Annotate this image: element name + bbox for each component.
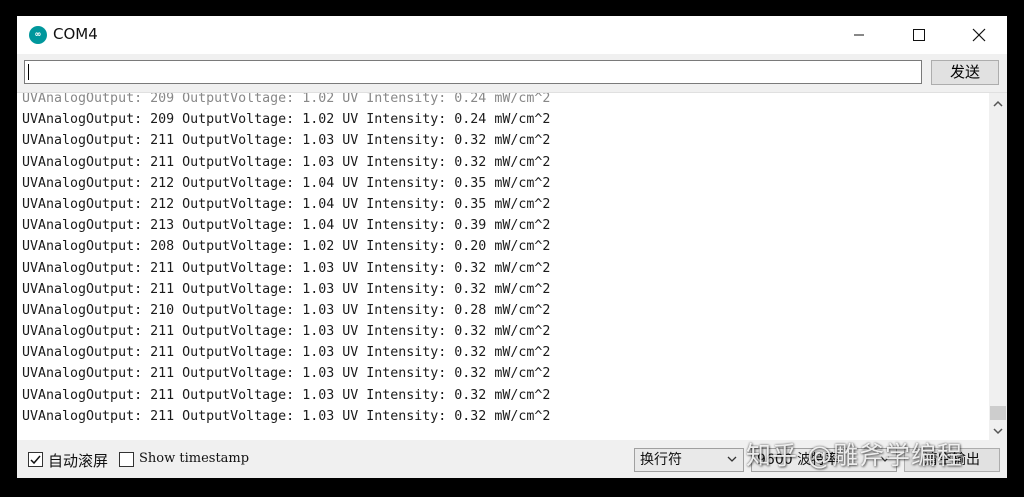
- line-ending-select[interactable]: 换行符: [634, 448, 744, 472]
- output-line: UVAnalogOutput: 211 OutputVoltage: 1.03 …: [22, 324, 551, 340]
- autoscroll-checkbox[interactable]: [28, 452, 43, 467]
- serial-output[interactable]: UVAnalogOutput: 209 OutputVoltage: 1.02 …: [17, 92, 1007, 441]
- close-button[interactable]: [949, 16, 1007, 54]
- scroll-up-button[interactable]: [989, 95, 1007, 111]
- output-line: UVAnalogOutput: 212 OutputVoltage: 1.04 …: [22, 196, 551, 212]
- output-lines: UVAnalogOutput: 209 OutputVoltage: 1.02 …: [22, 92, 982, 427]
- window-title: COM4: [53, 25, 98, 43]
- output-line: UVAnalogOutput: 211 OutputVoltage: 1.03 …: [22, 281, 551, 297]
- minimize-button[interactable]: [829, 16, 889, 54]
- checkmark-icon: [30, 455, 41, 465]
- line-ending-value: 换行符: [640, 452, 682, 468]
- maximize-icon: [913, 29, 925, 41]
- maximize-button[interactable]: [889, 16, 949, 54]
- output-line: UVAnalogOutput: 211 OutputVoltage: 1.03 …: [22, 133, 551, 149]
- chevron-down-icon: [993, 427, 1003, 434]
- chevron-down-icon: [727, 456, 737, 462]
- output-line: UVAnalogOutput: 211 OutputVoltage: 1.03 …: [22, 366, 551, 382]
- send-toolbar: 发送: [17, 54, 1007, 92]
- output-line: UVAnalogOutput: 211 OutputVoltage: 1.03 …: [22, 408, 551, 424]
- scroll-down-button[interactable]: [989, 423, 1007, 439]
- output-line: UVAnalogOutput: 213 OutputVoltage: 1.04 …: [22, 218, 551, 234]
- arduino-icon: ∞: [29, 26, 47, 44]
- close-icon: [972, 28, 986, 42]
- send-input[interactable]: [24, 60, 922, 84]
- serial-monitor-window: ∞ COM4 发送 UVAnalogOutput: 209 OutputVolt…: [17, 16, 1007, 478]
- output-line: UVAnalogOutput: 211 OutputVoltage: 1.03 …: [22, 154, 551, 170]
- send-button[interactable]: 发送: [931, 60, 999, 85]
- output-line: UVAnalogOutput: 210 OutputVoltage: 1.03 …: [22, 302, 551, 318]
- timestamp-checkbox[interactable]: [119, 452, 134, 467]
- output-line: UVAnalogOutput: 212 OutputVoltage: 1.04 …: [22, 175, 551, 191]
- output-line: UVAnalogOutput: 209 OutputVoltage: 1.02 …: [22, 112, 551, 128]
- output-line: UVAnalogOutput: 211 OutputVoltage: 1.03 …: [22, 260, 551, 276]
- text-caret: [28, 64, 29, 80]
- output-line: UVAnalogOutput: 211 OutputVoltage: 1.03 …: [22, 345, 551, 361]
- scrollbar-thumb[interactable]: [990, 406, 1006, 420]
- title-bar: ∞ COM4: [17, 16, 1007, 54]
- output-line: UVAnalogOutput: 211 OutputVoltage: 1.03 …: [22, 387, 551, 403]
- autoscroll-label: 自动滚屏: [48, 452, 109, 470]
- minimize-icon: [854, 34, 864, 36]
- vertical-scrollbar[interactable]: [989, 93, 1007, 441]
- chevron-up-icon: [993, 100, 1003, 107]
- timestamp-label: Show timestamp: [139, 451, 250, 466]
- output-line: UVAnalogOutput: 209 OutputVoltage: 1.02 …: [22, 92, 551, 106]
- watermark-text: 知乎 @雕斧学编程: [746, 441, 963, 470]
- output-line: UVAnalogOutput: 208 OutputVoltage: 1.02 …: [22, 239, 551, 255]
